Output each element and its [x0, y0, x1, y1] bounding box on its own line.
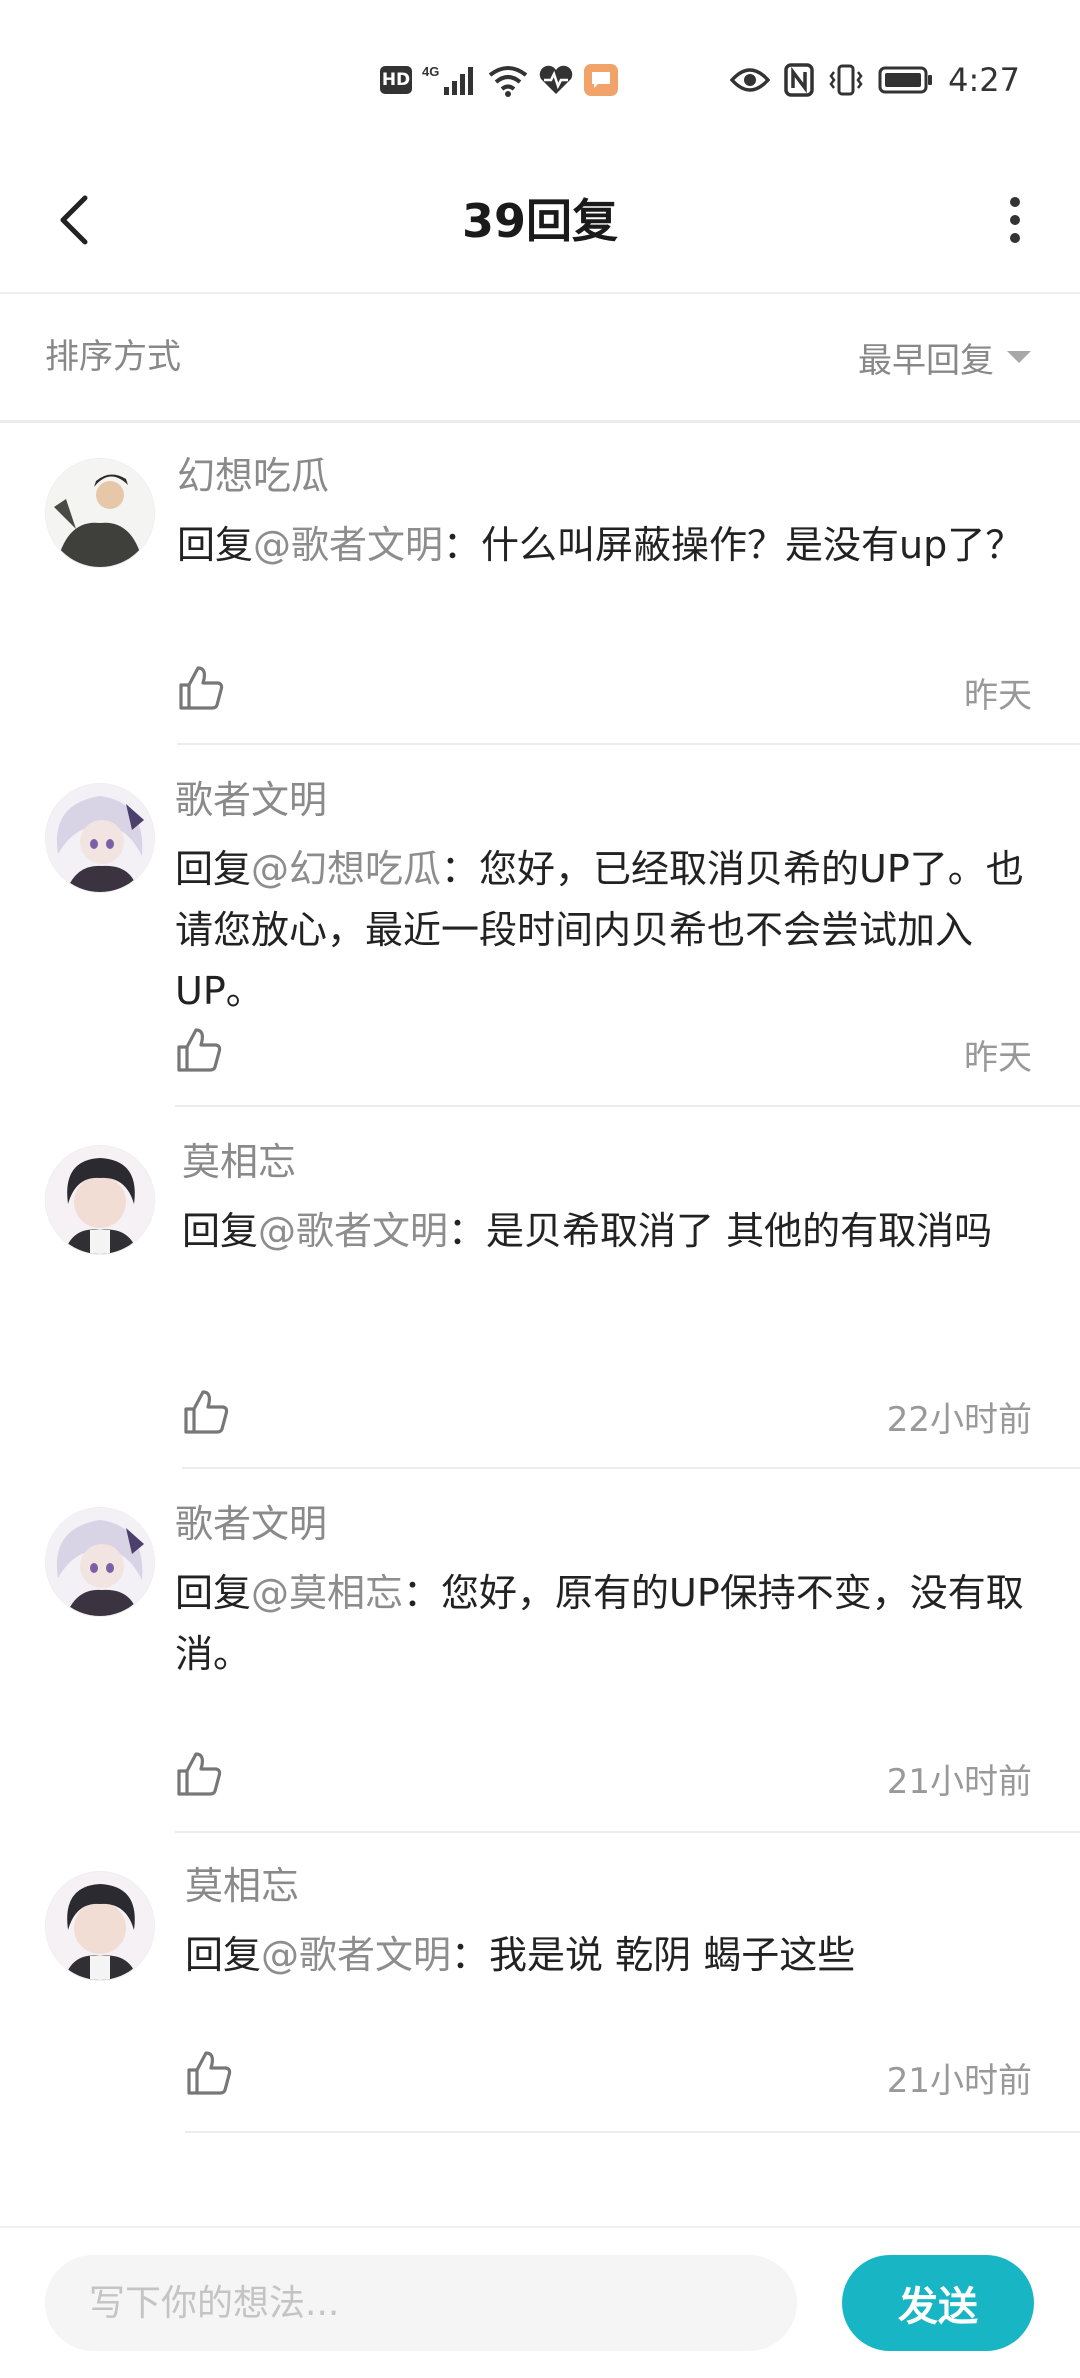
reply-prefix: 回复 [185, 1933, 262, 1977]
comment-author[interactable]: 歌者文明 [175, 1493, 327, 1548]
like-button[interactable] [176, 663, 226, 713]
comment-text: 回复@莫相忘：您好，原有的UP保持不变，没有取消。 [175, 1563, 1025, 1685]
avatar[interactable] [45, 1871, 155, 1981]
comment-body: ：什么叫屏蔽操作？是没有up了？ [443, 523, 1024, 567]
more-vertical-icon [1010, 197, 1020, 243]
thumbs-up-icon [187, 2051, 232, 2095]
hd-badge: HD [380, 66, 412, 94]
comment-author[interactable]: 莫相忘 [185, 1855, 299, 1910]
reply-prefix: 回复 [182, 1209, 259, 1253]
thumbs-up-icon [177, 1028, 222, 1072]
mention-link[interactable]: @歌者文明 [258, 1209, 448, 1253]
nfc-icon [784, 63, 814, 97]
avatar[interactable] [45, 1507, 155, 1617]
svg-text:4G: 4G [422, 64, 439, 79]
reply-prefix: 回复 [175, 847, 252, 891]
like-button[interactable] [184, 2048, 234, 2098]
comment-time: 昨天 [964, 1038, 1032, 1078]
mention-link[interactable]: @莫相忘 [251, 1571, 403, 1615]
avatar[interactable] [45, 783, 155, 893]
vibrate-icon [828, 63, 864, 97]
comment-composer: 发送 [0, 2226, 1080, 2378]
list-item: 莫相忘 回复@歌者文明：我是说 乾阴 蝎子这些 21小时前 [0, 1833, 1080, 2133]
comment-author[interactable]: 莫相忘 [182, 1131, 296, 1186]
comment-time: 22小时前 [886, 1400, 1032, 1440]
avatar[interactable] [45, 1145, 155, 1255]
message-icon [584, 64, 618, 96]
avatar[interactable] [45, 458, 155, 568]
list-item: 歌者文明 回复@幻想吃瓜：您好，已经取消贝希的UP了。也请您放心，最近一段时间内… [0, 745, 1080, 1107]
comment-input[interactable] [45, 2255, 797, 2351]
health-heart-icon [538, 64, 574, 96]
comment-time: 21小时前 [886, 1762, 1032, 1802]
like-button[interactable] [174, 1025, 224, 1075]
comment-text: 回复@歌者文明：我是说 乾阴 蝎子这些 [185, 1925, 1035, 1986]
divider [185, 2131, 1080, 2133]
like-button[interactable] [174, 1749, 224, 1799]
wifi-icon [488, 63, 528, 97]
back-button[interactable] [40, 185, 110, 255]
battery-icon [878, 65, 934, 95]
status-bar: HD 4G 4:27 [0, 0, 1080, 150]
reply-prefix: 回复 [175, 1571, 252, 1615]
sort-dropdown[interactable]: 最早回复 [858, 294, 1032, 420]
comment-time: 昨天 [964, 676, 1032, 716]
comment-author[interactable]: 歌者文明 [175, 769, 327, 824]
list-item: 莫相忘 回复@歌者文明：是贝希取消了 其他的有取消吗 22小时前 [0, 1107, 1080, 1469]
list-item: 幻想吃瓜 回复@歌者文明：什么叫屏蔽操作？是没有up了？ 昨天 [0, 423, 1080, 745]
sort-bar: 排序方式 最早回复 [0, 294, 1080, 423]
comment-text: 回复@歌者文明：是贝希取消了 其他的有取消吗 [182, 1201, 1032, 1262]
mention-link[interactable]: @幻想吃瓜 [251, 847, 441, 891]
comment-author[interactable]: 幻想吃瓜 [177, 445, 329, 500]
reply-prefix: 回复 [177, 523, 254, 567]
like-button[interactable] [181, 1387, 231, 1437]
status-icons-right: 4:27 [730, 58, 1020, 102]
status-time: 4:27 [948, 61, 1020, 99]
comment-text: 回复@歌者文明：什么叫屏蔽操作？是没有up了？ [177, 515, 1027, 576]
list-item: 歌者文明 回复@莫相忘：您好，原有的UP保持不变，没有取消。 21小时前 [0, 1469, 1080, 1833]
status-icons-left: HD 4G [380, 58, 618, 102]
comment-time: 21小时前 [886, 2061, 1032, 2101]
eye-icon [730, 66, 771, 94]
comment-body: ：我是说 乾阴 蝎子这些 [451, 1933, 856, 1977]
sort-label: 排序方式 [45, 337, 181, 377]
signal-icon: 4G [422, 63, 478, 97]
send-button[interactable]: 发送 [842, 2255, 1034, 2351]
thumbs-up-icon [177, 1752, 222, 1796]
thumbs-up-icon [184, 1390, 229, 1434]
thumbs-up-icon [179, 666, 224, 710]
dropdown-triangle-icon [1007, 351, 1031, 363]
mention-link[interactable]: @歌者文明 [253, 523, 443, 567]
mention-link[interactable]: @歌者文明 [261, 1933, 451, 1977]
comment-text: 回复@幻想吃瓜：您好，已经取消贝希的UP了。也请您放心，最近一段时间内贝希也不会… [175, 839, 1025, 1022]
top-app-bar: 39回复 [0, 150, 1080, 294]
sort-selected-value: 最早回复 [858, 340, 994, 381]
page-title: 39回复 [461, 194, 618, 248]
comment-body: ：是贝希取消了 其他的有取消吗 [448, 1209, 993, 1253]
back-arrow-icon [60, 195, 88, 245]
more-options-button[interactable] [980, 185, 1050, 255]
